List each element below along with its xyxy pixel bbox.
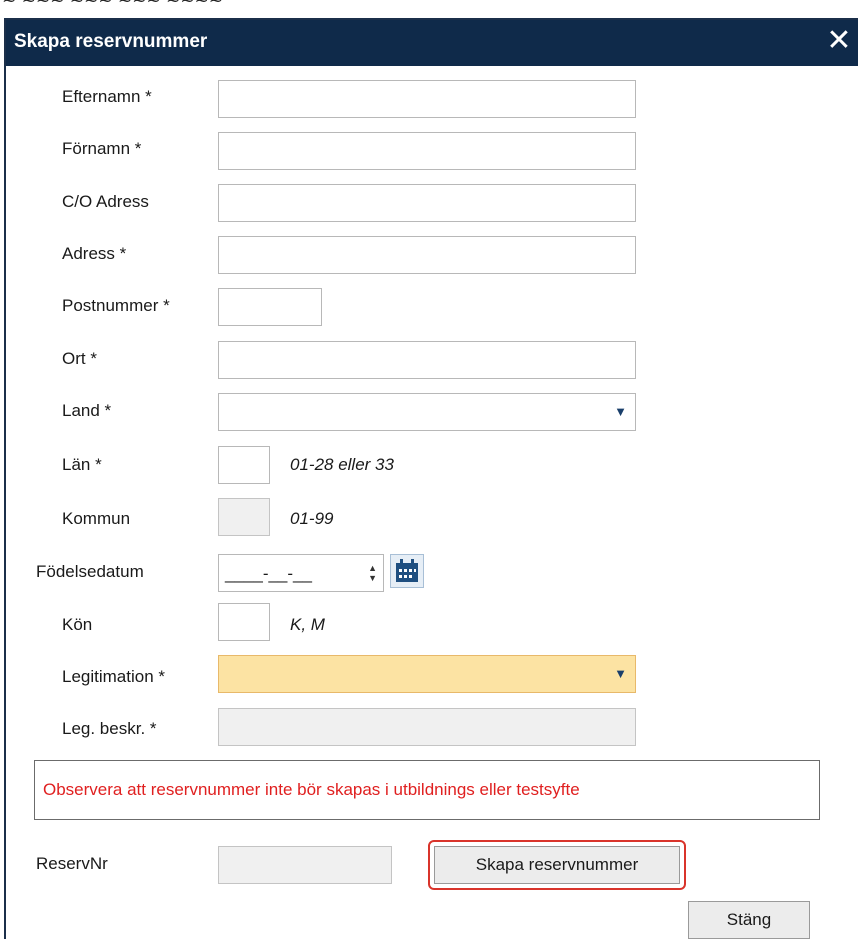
date-spinner[interactable]: ▲ ▼ xyxy=(368,563,377,583)
calendar-icon[interactable] xyxy=(390,554,424,588)
fornamn-label: Förnamn * xyxy=(62,139,142,158)
kon-hint: K, M xyxy=(290,615,325,634)
adress-input[interactable] xyxy=(218,236,636,274)
reservnr-label: ReservNr xyxy=(36,854,108,873)
kon-label: Kön xyxy=(62,615,93,634)
land-label: Land * xyxy=(62,401,112,420)
kommun-hint: 01-99 xyxy=(290,509,334,528)
leg-beskr-label: Leg. beskr. * xyxy=(62,719,157,738)
reservnr-input xyxy=(218,846,392,884)
ort-label: Ort * xyxy=(62,349,97,368)
notice-box: Observera att reservnummer inte bör skap… xyxy=(34,760,820,820)
kommun-label: Kommun xyxy=(62,509,131,528)
postnummer-input[interactable] xyxy=(218,288,322,326)
titlebar: Skapa reservnummer ✕ xyxy=(6,20,858,66)
efternamn-label: Efternamn * xyxy=(62,87,152,106)
notice-text: Observera att reservnummer inte bör skap… xyxy=(43,780,580,799)
kommun-input xyxy=(218,498,270,536)
fornamn-input[interactable] xyxy=(218,132,636,170)
co-adress-label: C/O Adress xyxy=(62,192,149,211)
spinner-up-icon[interactable]: ▲ xyxy=(368,563,377,573)
fodelsedatum-input[interactable]: ____-__-__ ▲ ▼ xyxy=(218,554,384,592)
kon-input[interactable] xyxy=(218,603,270,641)
close-button-mnemonic: g xyxy=(761,910,772,929)
co-adress-input[interactable] xyxy=(218,184,636,222)
close-icon[interactable]: ✕ xyxy=(822,24,856,58)
adress-label: Adress * xyxy=(62,244,127,263)
fodelsedatum-label: Födelsedatum xyxy=(36,562,144,581)
lan-hint: 01-28 eller 33 xyxy=(290,455,394,474)
land-select[interactable]: ▼ xyxy=(218,393,636,431)
top-strip: ~ ~~~ ~~~ ~~~ ~~~~ xyxy=(0,0,858,18)
ort-input[interactable] xyxy=(218,341,636,379)
spinner-down-icon[interactable]: ▼ xyxy=(368,573,377,583)
close-button[interactable]: Stäng xyxy=(688,901,810,939)
dropdown-arrow-icon: ▼ xyxy=(614,666,627,681)
lan-input[interactable] xyxy=(218,446,270,484)
leg-beskr-input xyxy=(218,708,636,746)
close-button-prefix: Stän xyxy=(726,910,762,929)
dialog-title: Skapa reservnummer xyxy=(14,31,208,52)
lan-label: Län * xyxy=(62,455,102,474)
efternamn-input[interactable] xyxy=(218,80,636,118)
postnummer-label: Postnummer * xyxy=(62,296,170,315)
cut-heading-text: ~ ~~~ ~~~ ~~~ ~~~~ xyxy=(2,0,224,11)
create-reservnummer-button[interactable]: Skapa reservnummer xyxy=(434,846,680,884)
legitimation-select[interactable]: ▼ xyxy=(218,655,636,693)
dropdown-arrow-icon: ▼ xyxy=(614,404,627,419)
date-mask: ____-__-__ xyxy=(225,564,312,583)
legitimation-label: Legitimation * xyxy=(62,667,166,686)
